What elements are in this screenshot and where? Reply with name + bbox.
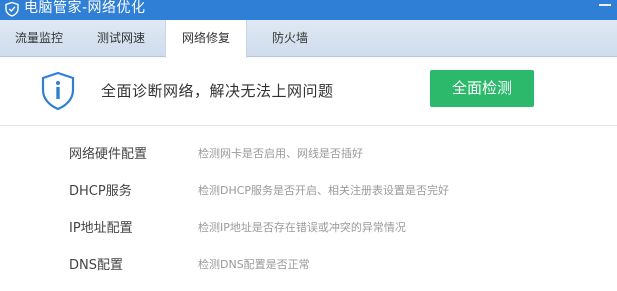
tab-speed-test[interactable]: 测试网速 <box>81 20 161 57</box>
check-description: 检测DHCP服务是否开启、相关注册表设置是否完好 <box>198 184 450 197</box>
tab-firewall[interactable]: 防火墙 <box>252 20 328 57</box>
diagnosis-headline: 全面诊断网络，解决无法上网问题 <box>101 82 334 100</box>
check-list: 网络硬件配置 检测网卡是否启用、网线是否插好 DHCP服务 检测DHCP服务是否… <box>0 126 617 291</box>
check-name: DNS配置 <box>69 258 123 273</box>
tab-traffic-monitor[interactable]: 流量监控 <box>0 20 78 57</box>
title-bar: 电脑管家-网络优化 <box>0 0 617 20</box>
check-name: 网络硬件配置 <box>69 147 148 162</box>
minimize-button[interactable] <box>599 4 611 6</box>
list-item: 网络硬件配置 检测网卡是否启用、网线是否插好 <box>0 131 617 168</box>
check-name: DHCP服务 <box>69 184 132 199</box>
check-name: IP地址配置 <box>69 221 133 236</box>
list-item: DNS配置 检测DNS配置是否正常 <box>0 242 617 279</box>
info-shield-icon <box>41 71 75 111</box>
check-description: 检测网卡是否启用、网线是否插好 <box>198 147 363 160</box>
window-title: 电脑管家-网络优化 <box>24 0 146 16</box>
full-scan-button[interactable]: 全面检测 <box>430 70 534 107</box>
pc-manager-shield-icon <box>5 1 19 17</box>
list-item: IP地址配置 检测IP地址是否存在错误或冲突的异常情况 <box>0 205 617 242</box>
tab-bar: 流量监控 测试网速 网络修复 防火墙 <box>0 20 617 58</box>
check-description: 检测IP地址是否存在错误或冲突的异常情况 <box>198 221 406 234</box>
check-description: 检测DNS配置是否正常 <box>198 258 310 271</box>
diagnosis-header: 全面诊断网络，解决无法上网问题 全面检测 <box>0 58 617 126</box>
list-item: DHCP服务 检测DHCP服务是否开启、相关注册表设置是否完好 <box>0 168 617 205</box>
tab-network-repair[interactable]: 网络修复 <box>165 20 247 58</box>
